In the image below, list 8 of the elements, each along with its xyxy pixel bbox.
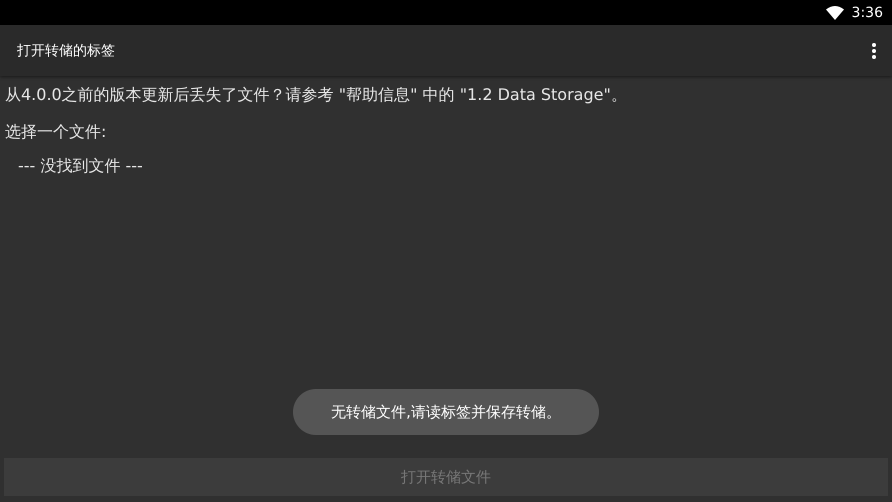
wifi-icon (826, 6, 844, 20)
notice-text: 从4.0.0之前的版本更新后丢失了文件？请参考 "帮助信息" 中的 "1.2 Data Storage"。 (5, 84, 628, 106)
clock: 3:36 (852, 4, 883, 20)
app-bar-title: 打开转储的标签 (17, 42, 115, 60)
more-options-icon[interactable] (872, 42, 876, 58)
empty-list-item: --- 没找到文件 --- (18, 155, 144, 177)
prompt-text: 选择一个文件: (5, 121, 108, 143)
toast-message: 无转储文件,请读标签并保存转储。 (293, 389, 599, 435)
